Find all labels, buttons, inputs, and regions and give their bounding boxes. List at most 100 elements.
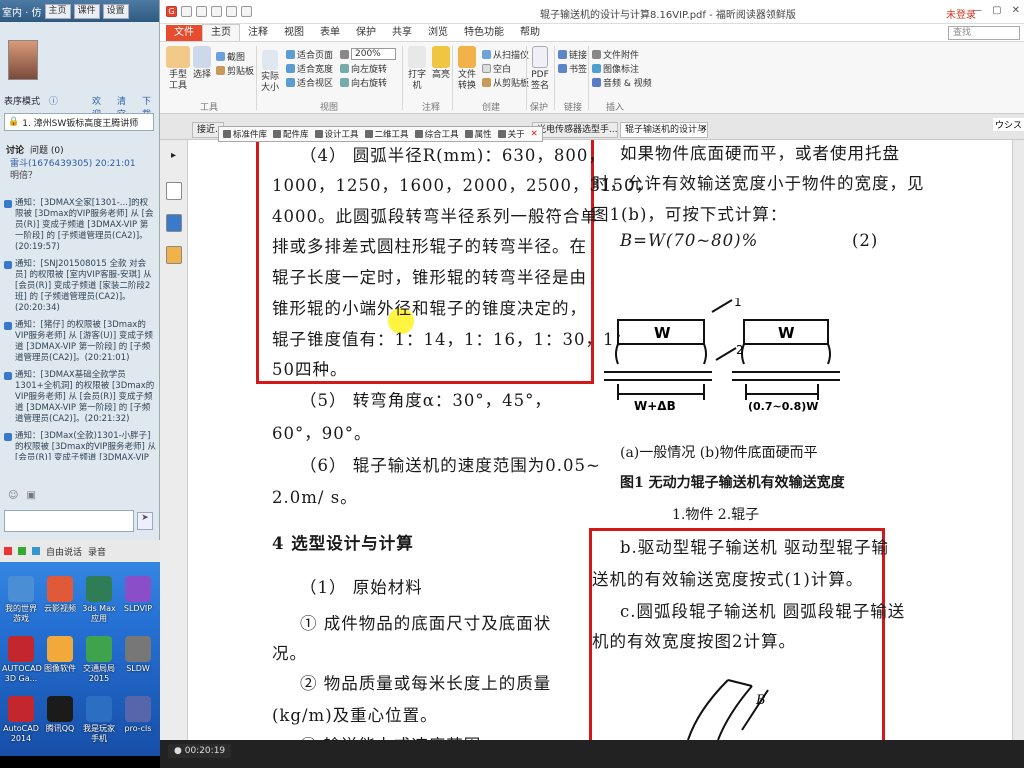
image-icon[interactable]: ▣: [26, 490, 35, 501]
desktop-icon[interactable]: pro-cls: [119, 696, 157, 734]
menu-3[interactable]: 视图: [276, 25, 312, 41]
layers-icon[interactable]: [165, 246, 182, 264]
record-button[interactable]: 录音: [88, 545, 106, 558]
plugin-tool-2[interactable]: 设计工具: [314, 128, 359, 140]
from-clipboard-button[interactable]: 从剪贴板: [482, 76, 529, 89]
desktop-icon[interactable]: SLDVIP: [119, 576, 157, 614]
chat-courseware-button[interactable]: 课件: [73, 3, 100, 19]
tab-document-3[interactable]: 辊子输送机的设计与...: [620, 122, 708, 138]
chat-message-list[interactable]: 通知：[3DMAX全家[1301-...]的权限被 [3Dmax的VIP服务老师…: [4, 198, 156, 460]
screen: 室内 · 仿 主页 课件 设置 表序模式 ⓘ 欢迎 清空 下载 🔒 1. 漳州S…: [0, 0, 1024, 768]
desktop-icon[interactable]: 3ds Max 应用: [80, 576, 118, 624]
speaker-icon[interactable]: [32, 547, 40, 555]
menu-7[interactable]: 浏览: [420, 25, 456, 41]
close-icon[interactable]: ✕: [531, 129, 538, 139]
menu-9[interactable]: 帮助: [512, 25, 548, 41]
current-item[interactable]: 🔒 1. 漳州SW钣标高度王腾讲师: [4, 113, 154, 131]
select-tool-button[interactable]: 选择: [192, 46, 212, 81]
rotate-right-button[interactable]: 向右旋转: [340, 76, 387, 89]
rotate-left-button[interactable]: 向左旋转: [340, 62, 387, 75]
divider: [452, 46, 453, 110]
desktop-icon[interactable]: 腾讯QQ: [41, 696, 79, 734]
app-icon: [125, 576, 151, 602]
fit-visible-button[interactable]: 适合视区: [286, 76, 333, 89]
file-attach-button[interactable]: 文件附件: [592, 48, 639, 61]
bookmark-button[interactable]: 书签: [558, 62, 587, 75]
fit-width-button[interactable]: 适合宽度: [286, 62, 333, 75]
mode-info-icon[interactable]: ⓘ: [49, 97, 58, 107]
pages-icon[interactable]: [165, 182, 182, 200]
pdf-sign-button[interactable]: PDF签名: [530, 46, 550, 92]
actual-size-button[interactable]: 实际大小: [260, 50, 280, 94]
hand-tool-button[interactable]: 手型工具: [166, 46, 190, 92]
image-annotation-button[interactable]: 图像标注: [592, 62, 639, 75]
menu-6[interactable]: 共享: [384, 25, 420, 41]
formula-number: (2): [852, 231, 879, 250]
mic-icon[interactable]: [18, 547, 26, 555]
maximize-icon[interactable]: ▢: [992, 5, 1001, 16]
document-page[interactable]: （4） 圆弧半径R(mm)：630，800， 1000，1250，1600，20…: [188, 140, 1024, 740]
tab-close-icon[interactable]: ✕: [700, 124, 708, 134]
audio-video-button[interactable]: 音频 & 视频: [592, 76, 652, 89]
corner-text: ウシス: [992, 118, 1024, 131]
menu-5[interactable]: 保护: [348, 25, 384, 41]
menu-1[interactable]: 主页: [202, 24, 240, 41]
recording-timer: ● 00:20:19: [168, 744, 232, 758]
file-convert-button[interactable]: 文件转换: [456, 46, 478, 92]
foxit-logo-icon[interactable]: G: [166, 6, 177, 17]
plugin-tool-5[interactable]: 属性: [464, 128, 492, 140]
plugin-tool-1[interactable]: 配件库: [273, 128, 309, 140]
typewriter-button[interactable]: 打字机: [406, 46, 428, 92]
menu-0[interactable]: 文件: [166, 25, 202, 41]
desktop-icon[interactable]: AutoCAD 2014: [2, 696, 40, 744]
save-icon[interactable]: [196, 6, 207, 17]
tab-document-2[interactable]: 光电传感器选型手...: [532, 122, 618, 138]
chat-input[interactable]: [4, 510, 134, 532]
send-button[interactable]: ➤: [137, 512, 153, 530]
redo-icon[interactable]: [241, 6, 252, 17]
desktop-icon[interactable]: 图像软件: [41, 636, 79, 674]
desktop-icon[interactable]: 云影视频: [41, 576, 79, 614]
plugin-tool-4[interactable]: 综合工具: [414, 128, 459, 140]
tool-icon: [273, 130, 282, 138]
bookmarks-icon[interactable]: [165, 214, 182, 232]
menu-2[interactable]: 注释: [240, 25, 276, 41]
figure-caption: 图1 无动力辊子输送机有效输送宽度: [620, 475, 845, 491]
desktop-icon[interactable]: 我是玩家手机: [80, 696, 118, 744]
figure-caption-sub: (a)一般情况 (b)物件底面硬而平: [620, 445, 818, 461]
avatar[interactable]: [8, 40, 38, 80]
tab-questions[interactable]: 问题 (0): [30, 143, 64, 156]
record-icon[interactable]: [4, 547, 12, 555]
print-icon[interactable]: [211, 6, 222, 17]
link-button[interactable]: 链接: [558, 48, 587, 61]
minimize-icon[interactable]: —: [972, 5, 982, 16]
plugin-tool-3[interactable]: 二维工具: [364, 128, 409, 140]
close-icon[interactable]: ✕: [1012, 5, 1020, 16]
search-input[interactable]: 查找: [948, 26, 1020, 40]
highlight-button[interactable]: 高亮: [430, 46, 452, 81]
from-scanner-button[interactable]: 从扫描仪: [482, 48, 529, 61]
plugin-tool-0[interactable]: 标准件库: [223, 128, 267, 140]
chat-settings-button[interactable]: 设置: [102, 3, 129, 19]
expand-icon[interactable]: ▸: [166, 150, 182, 168]
plugin-tool-6[interactable]: 关于: [497, 128, 525, 140]
desktop-icon[interactable]: AUTOCAD 3D Ga...: [2, 636, 42, 684]
tab-discuss[interactable]: 讨论: [6, 143, 24, 156]
desktop-icon[interactable]: 交通局局2015: [80, 636, 118, 684]
desktop-icon[interactable]: SLDW: [119, 636, 157, 674]
clipboard-button[interactable]: 剪贴板: [216, 64, 254, 77]
zoom-value[interactable]: 200%: [351, 48, 396, 60]
menu-4[interactable]: 表单: [312, 25, 348, 41]
undo-icon[interactable]: [226, 6, 237, 17]
fit-page-button[interactable]: 适合页面: [286, 48, 333, 61]
zoom-select[interactable]: 200%: [340, 48, 396, 60]
blank-button[interactable]: 空白: [482, 62, 511, 75]
desktop-icon[interactable]: 我的世界游戏: [2, 576, 40, 624]
vertical-scrollbar[interactable]: [1012, 140, 1024, 740]
menu-8[interactable]: 特色功能: [456, 25, 512, 41]
snapshot-button[interactable]: 截图: [216, 50, 245, 63]
emoji-icon[interactable]: ☺: [8, 490, 18, 501]
free-talk-button[interactable]: 自由说话: [46, 545, 82, 558]
chat-home-button[interactable]: 主页: [44, 3, 71, 19]
open-icon[interactable]: [181, 6, 192, 17]
